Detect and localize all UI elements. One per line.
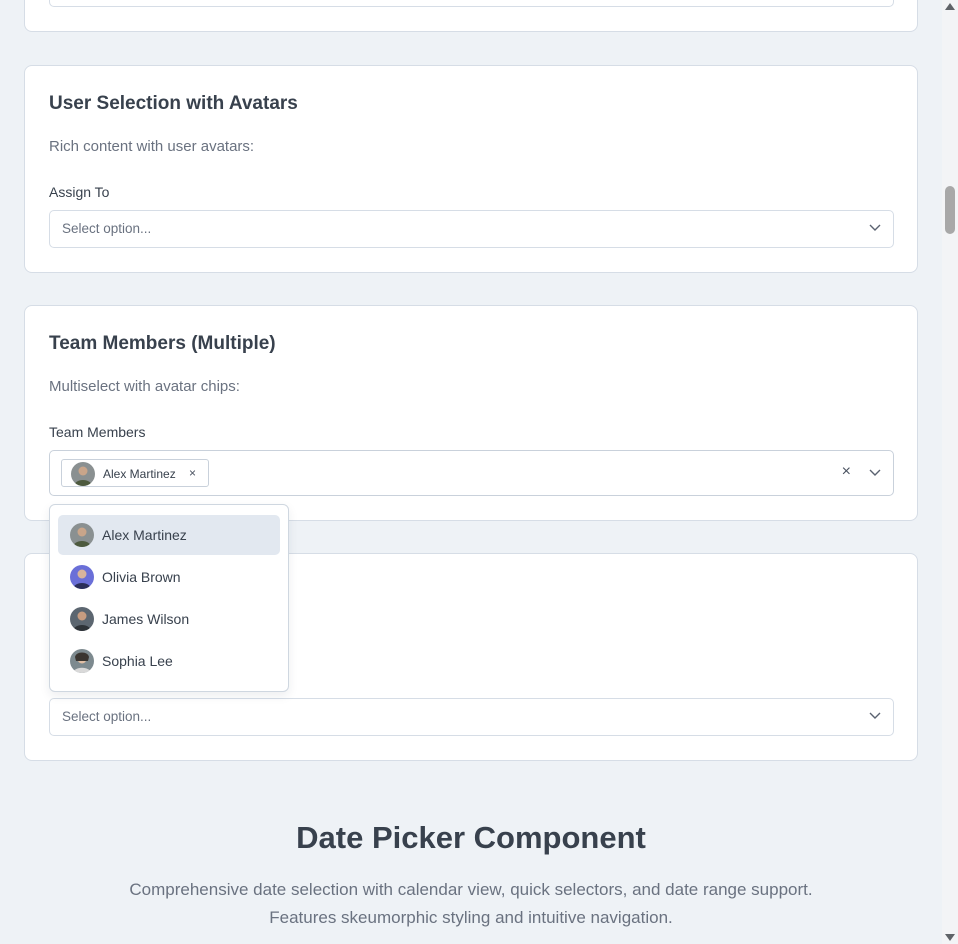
team-members-card: Team Members (Multiple) Multiselect with… <box>24 305 918 521</box>
user-selection-card: User Selection with Avatars Rich content… <box>24 65 918 273</box>
third-select[interactable]: Select option... <box>49 698 894 736</box>
vertical-scrollbar[interactable] <box>942 0 958 944</box>
option-label: James Wilson <box>102 611 190 627</box>
assign-to-label: Assign To <box>49 184 110 200</box>
select-placeholder: Select option... <box>62 221 152 236</box>
alex-avatar-icon <box>70 523 94 547</box>
chevron-down-icon <box>869 224 881 231</box>
page: User Selection with Avatars Rich content… <box>0 0 942 944</box>
dropdown-option[interactable]: James Wilson <box>58 599 280 639</box>
option-label: Sophia Lee <box>102 653 173 669</box>
card-title: User Selection with Avatars <box>49 93 298 114</box>
team-members-label: Team Members <box>49 424 146 440</box>
section-description-line1: Comprehensive date selection with calend… <box>129 880 813 899</box>
option-label: Olivia Brown <box>102 569 181 585</box>
previous-card-input[interactable] <box>49 0 894 7</box>
card-description: Rich content with user avatars: <box>49 138 255 155</box>
dropdown-option[interactable]: Alex Martinez <box>58 515 280 555</box>
chip-label: Alex Martinez <box>103 467 176 481</box>
olivia-avatar-icon <box>70 565 94 589</box>
sophia-avatar-icon <box>70 649 94 673</box>
section-title: Date Picker Component <box>296 820 646 855</box>
card-title: Team Members (Multiple) <box>49 333 276 354</box>
clear-all-icon[interactable]: × <box>842 463 851 481</box>
select-placeholder: Select option... <box>62 709 152 724</box>
scroll-down-arrow-icon[interactable] <box>945 934 955 941</box>
previous-card <box>24 0 918 32</box>
option-label: Alex Martinez <box>102 527 187 543</box>
team-members-multiselect[interactable]: Alex Martinez × × <box>49 450 894 496</box>
team-members-dropdown: Alex Martinez Olivia Brown James Wilson <box>49 504 289 692</box>
scrollbar-thumb[interactable] <box>945 186 955 234</box>
card-description: Multiselect with avatar chips: <box>49 378 240 395</box>
alex-avatar-icon <box>71 462 95 486</box>
chevron-down-icon[interactable] <box>869 469 881 477</box>
section-description-line2: Features skeumorphic styling and intuiti… <box>269 908 673 927</box>
selected-chip: Alex Martinez × <box>61 459 209 487</box>
james-avatar-icon <box>70 607 94 631</box>
dropdown-option[interactable]: Sophia Lee <box>58 641 280 681</box>
chevron-down-icon <box>869 712 881 719</box>
scroll-up-arrow-icon[interactable] <box>945 3 955 10</box>
chip-remove-icon[interactable]: × <box>189 466 196 480</box>
dropdown-option[interactable]: Olivia Brown <box>58 557 280 597</box>
assign-to-select[interactable]: Select option... <box>49 210 894 248</box>
